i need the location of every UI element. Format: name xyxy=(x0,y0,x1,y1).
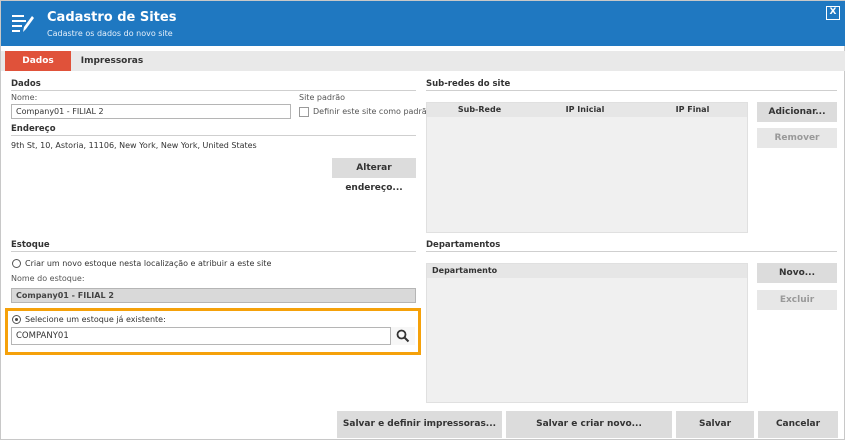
tab-dados[interactable]: Dados xyxy=(5,51,71,71)
cancelar-button[interactable]: Cancelar xyxy=(758,411,838,438)
subredes-section-title: Sub-redes do site xyxy=(426,79,511,89)
endereco-divider xyxy=(11,135,416,136)
novo-button[interactable]: Novo... xyxy=(757,263,837,283)
tab-bar: Dados Impressoras xyxy=(1,51,845,71)
dados-divider xyxy=(11,90,416,91)
close-button[interactable]: X xyxy=(826,6,840,20)
dialog-title: Cadastro de Sites xyxy=(47,10,177,25)
subredes-table-header: Sub-Rede IP Inicial IP Final xyxy=(427,103,747,117)
tab-impressoras[interactable]: Impressoras xyxy=(71,51,153,71)
criar-estoque-radio[interactable] xyxy=(12,259,21,268)
remover-button[interactable]: Remover xyxy=(757,128,837,148)
dialog-subtitle: Cadastre os dados do novo site xyxy=(47,29,173,38)
selecionar-estoque-radio[interactable] xyxy=(12,315,21,324)
adicionar-button[interactable]: Adicionar... xyxy=(757,102,837,122)
departamentos-divider xyxy=(426,251,837,252)
subredes-table: Sub-Rede IP Inicial IP Final xyxy=(426,102,748,233)
salvar-criar-button[interactable]: Salvar e criar novo... xyxy=(506,411,672,438)
subredes-divider xyxy=(426,90,837,91)
nome-label: Nome: xyxy=(11,93,38,102)
departamentos-table: Departamento xyxy=(426,263,748,403)
site-registration-dialog: Cadastro de Sites Cadastre os dados do n… xyxy=(0,0,845,440)
search-icon xyxy=(396,329,410,343)
definir-padrao-label: Definir este site como padrão xyxy=(313,107,432,116)
departamentos-section-title: Departamentos xyxy=(426,240,501,250)
title-bar: Cadastro de Sites Cadastre os dados do n… xyxy=(1,1,845,46)
column-sub-rede[interactable]: Sub-Rede xyxy=(427,103,532,117)
nome-estoque-label: Nome do estoque: xyxy=(11,274,85,283)
footer-bar: Salvar e definir impressoras... Salvar e… xyxy=(1,411,845,441)
excluir-button[interactable]: Excluir xyxy=(757,290,837,310)
salvar-definir-button[interactable]: Salvar e definir impressoras... xyxy=(337,411,502,438)
nome-estoque-input: Company01 - FILIAL 2 xyxy=(11,288,416,303)
endereco-title: Endereço xyxy=(11,124,56,134)
selecionar-estoque-label: Selecione um estoque já existente: xyxy=(25,315,166,324)
estoque-search-input[interactable]: COMPANY01 xyxy=(11,327,415,345)
estoque-search-button[interactable] xyxy=(390,327,415,345)
dados-section-title: Dados xyxy=(11,79,41,89)
criar-estoque-label: Criar um novo estoque nesta localização … xyxy=(25,259,272,268)
estoque-divider xyxy=(11,251,416,252)
salvar-button[interactable]: Salvar xyxy=(676,411,754,438)
edit-list-icon xyxy=(12,15,34,32)
nome-input[interactable]: Company01 - FILIAL 2 xyxy=(11,104,291,119)
alterar-endereco-button[interactable]: Alterar endereço... xyxy=(332,158,416,193)
departamentos-table-header: Departamento xyxy=(427,264,747,278)
column-ip-inicial[interactable]: IP Inicial xyxy=(532,103,638,117)
endereco-value: 9th St, 10, Astoria, 11106, New York, Ne… xyxy=(11,141,257,150)
definir-padrao-checkbox[interactable] xyxy=(299,107,309,117)
column-ip-final[interactable]: IP Final xyxy=(638,103,747,117)
column-departamento[interactable]: Departamento xyxy=(432,264,497,278)
estoque-section-title: Estoque xyxy=(11,240,50,250)
site-padrao-label: Site padrão xyxy=(299,93,346,102)
